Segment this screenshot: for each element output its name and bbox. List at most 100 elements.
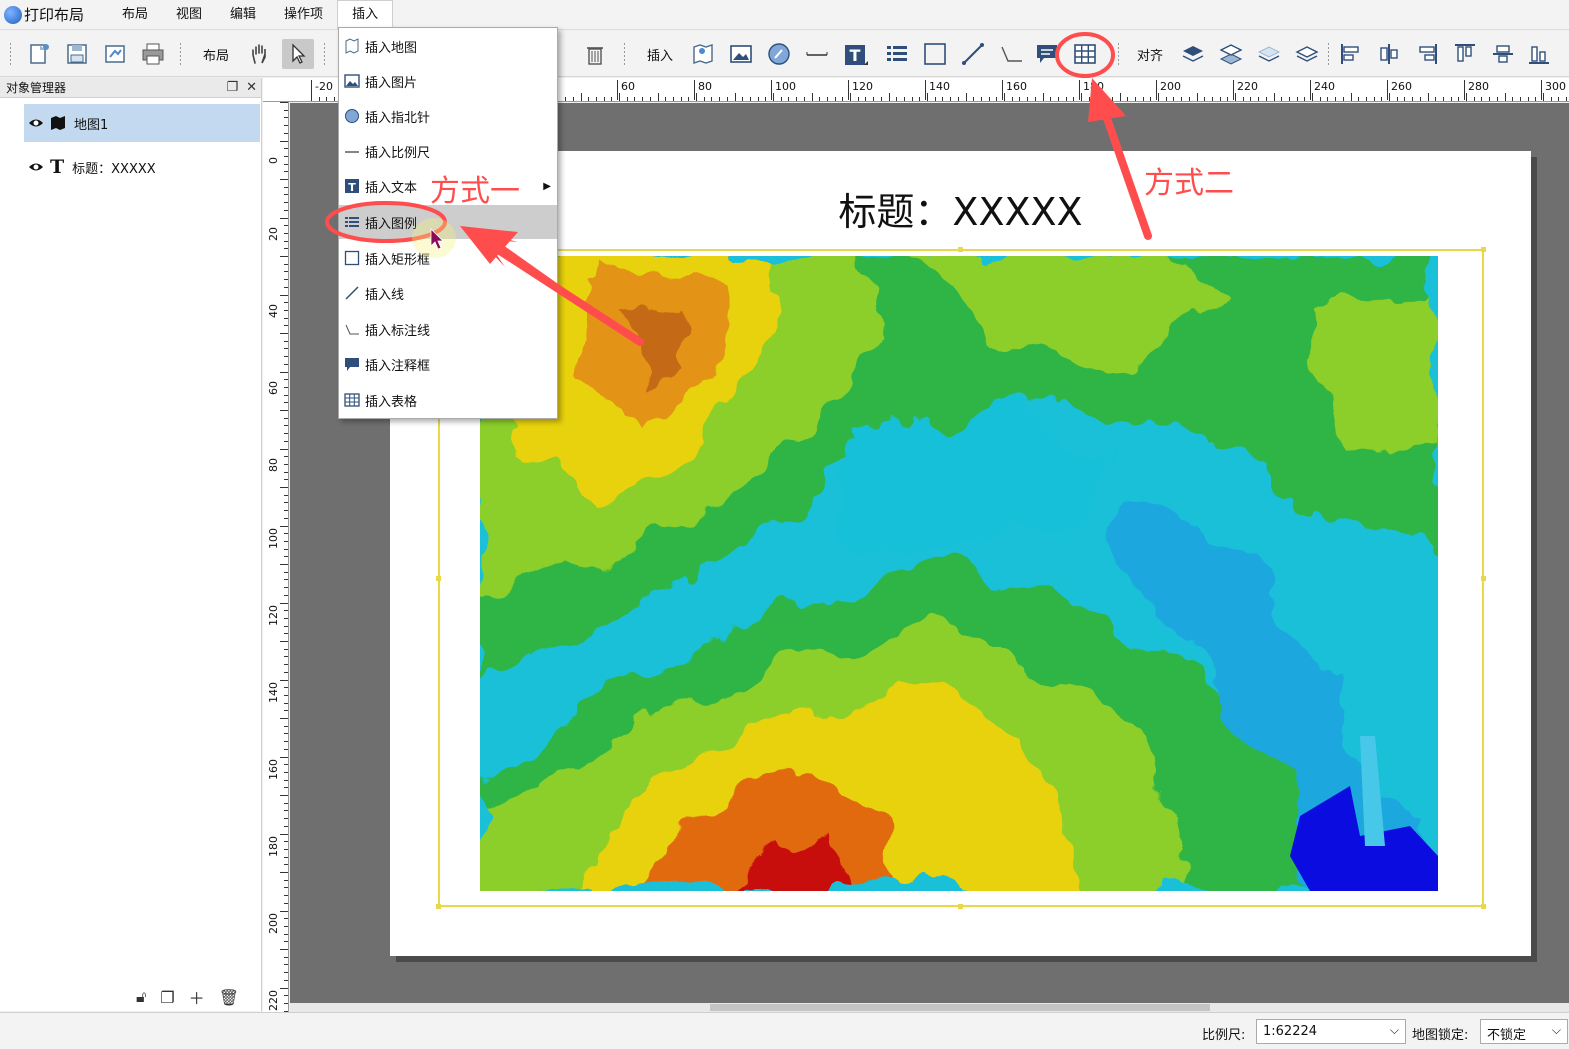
menu-layout[interactable]: 布局 <box>108 0 162 30</box>
menu-operations[interactable]: 操作项 <box>270 0 337 30</box>
ruler-label: 120 <box>267 605 280 626</box>
bring-forward-button[interactable] <box>1216 39 1246 69</box>
menu-insert-leader-line[interactable]: 插入标注线 <box>339 312 557 346</box>
resize-handle[interactable] <box>436 904 441 909</box>
ruler-tick <box>284 733 288 735</box>
resize-handle[interactable] <box>1481 576 1486 581</box>
align-left-button[interactable] <box>1336 39 1366 69</box>
ruler-tick <box>284 979 288 981</box>
ruler-tick <box>284 186 288 188</box>
menu-insert-legend[interactable]: 插入图例 <box>339 205 557 239</box>
select-tool-button[interactable] <box>282 39 314 69</box>
new-layout-button[interactable] <box>24 39 54 69</box>
save-button[interactable] <box>62 39 92 69</box>
resize-handle[interactable] <box>1481 247 1486 252</box>
ruler-tick <box>1450 97 1452 101</box>
ruler-tick <box>284 225 288 227</box>
ruler-tick <box>284 802 288 804</box>
float-panel-icon[interactable]: ❐ <box>226 80 238 95</box>
horizontal-scrollbar[interactable] <box>290 1003 1569 1012</box>
pan-tool-button[interactable] <box>245 39 275 69</box>
ruler-tick <box>284 417 288 419</box>
insert-picture-tool[interactable] <box>726 39 756 69</box>
insert-scale-bar-tool[interactable] <box>802 39 832 69</box>
resize-handle[interactable] <box>436 576 441 581</box>
send-backward-button[interactable] <box>1254 39 1284 69</box>
trash-icon[interactable]: 🗑︎ <box>219 988 239 1007</box>
align-bottom-button[interactable] <box>1524 39 1554 69</box>
print-button[interactable] <box>138 39 168 69</box>
tree-item-map1[interactable]: 地图1 <box>24 104 260 142</box>
resize-handle[interactable] <box>958 247 963 252</box>
layout-page[interactable]: 标题：XXXXX <box>390 151 1531 956</box>
insert-line-tool[interactable] <box>958 39 988 69</box>
send-to-back-button[interactable] <box>1292 39 1322 69</box>
menu-insert[interactable]: 插入 <box>337 0 394 29</box>
resize-handle[interactable] <box>1481 904 1486 909</box>
align-top-button[interactable] <box>1450 39 1480 69</box>
close-panel-icon[interactable]: ✕ <box>246 80 257 95</box>
scrollbar-thumb[interactable] <box>710 1004 1210 1011</box>
menu-insert-line[interactable]: 插入线 <box>339 276 557 310</box>
map-lock-label: 地图锁定: <box>1412 1028 1469 1043</box>
insert-legend-tool[interactable] <box>882 39 912 69</box>
eye-icon[interactable] <box>28 159 44 175</box>
tree-item-title[interactable]: T 标题：XXXXX <box>24 148 260 186</box>
menu-edit[interactable]: 编辑 <box>216 0 270 30</box>
align-middle-v-button[interactable] <box>1488 39 1518 69</box>
map-frame[interactable] <box>436 247 1486 909</box>
map-title-text[interactable]: 标题：XXXXX <box>390 181 1531 236</box>
menu-insert-map[interactable]: 插入地图 <box>339 29 557 63</box>
bring-to-front-button[interactable] <box>1178 39 1208 69</box>
ruler-tick <box>284 240 288 242</box>
insert-leader-line-tool[interactable] <box>996 39 1026 69</box>
ruler-tick <box>757 97 759 101</box>
ruler-tick <box>284 964 288 966</box>
ruler-tick <box>1358 97 1360 101</box>
scale-select[interactable]: 1:62224 ⌵ <box>1256 1019 1406 1044</box>
ruler-tick <box>284 741 288 743</box>
insert-text-tool[interactable]: T <box>838 39 872 69</box>
ruler-tick <box>957 97 959 101</box>
ruler-tick <box>950 97 952 101</box>
insert-table-tool[interactable] <box>1070 39 1100 69</box>
menu-insert-compass[interactable]: 插入指北针 <box>339 99 557 133</box>
tree-item-label: 地图1 <box>74 117 109 133</box>
insert-map-tool[interactable] <box>688 39 718 69</box>
menu-insert-scale-bar[interactable]: 插入比例尺 <box>339 134 557 168</box>
resize-handle[interactable] <box>958 904 963 909</box>
ruler-tick <box>280 256 288 257</box>
ruler-tick <box>284 479 288 481</box>
menu-insert-picture[interactable]: 插入图片 <box>339 64 557 98</box>
align-center-h-button[interactable] <box>1374 39 1404 69</box>
menu-view[interactable]: 视图 <box>162 0 216 30</box>
menu-insert-table[interactable]: 插入表格 <box>339 383 557 417</box>
ruler-tick <box>284 394 288 396</box>
ruler-tick <box>965 93 967 101</box>
align-right-button[interactable] <box>1412 39 1442 69</box>
insert-rectangle-tool[interactable] <box>920 39 950 69</box>
add-icon[interactable]: ＋ <box>189 985 205 1009</box>
map-lock-select[interactable]: 不锁定 ⌵ <box>1480 1019 1568 1044</box>
ruler-tick <box>284 810 288 812</box>
tree-item-label: 标题：XXXXX <box>72 161 156 177</box>
export-button[interactable] <box>100 39 130 69</box>
menu-insert-rectangle[interactable]: 插入矩形框 <box>339 241 557 275</box>
insert-compass-tool[interactable] <box>764 39 794 69</box>
ruler-label: 220 <box>267 990 280 1011</box>
print-layout-window: 打印布局 布局 视图 编辑 操作项 插入 布局 插入 T 对齐 对象管理器 ❐ … <box>0 0 1569 1049</box>
lock-icon[interactable]: 🔓︎ <box>136 987 146 1007</box>
eye-icon[interactable] <box>28 115 44 131</box>
copy-icon[interactable]: ❐ <box>160 988 174 1007</box>
ruler-tick <box>284 848 288 850</box>
delete-button[interactable] <box>580 39 610 69</box>
menu-insert-callout[interactable]: 插入注释框 <box>339 347 557 381</box>
ruler-tick <box>284 656 288 658</box>
ruler-tick <box>280 525 288 527</box>
insert-callout-tool[interactable] <box>1032 39 1062 69</box>
ruler-tick <box>1296 97 1298 101</box>
ruler-tick <box>1535 97 1537 101</box>
ruler-label: 0 <box>267 157 280 164</box>
ruler-tick <box>284 232 288 234</box>
ruler-tick <box>765 97 767 101</box>
